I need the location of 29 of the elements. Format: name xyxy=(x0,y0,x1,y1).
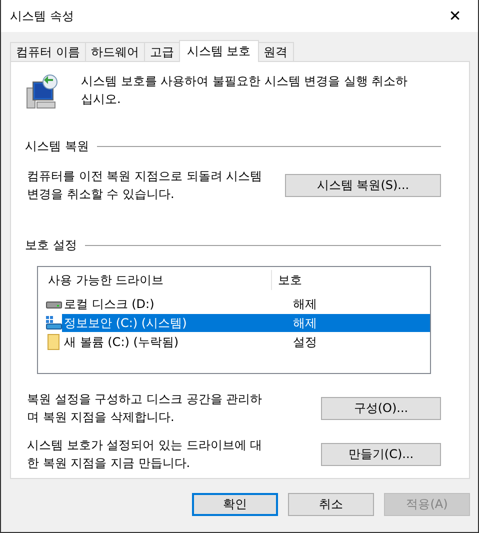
close-button[interactable]: ✕ xyxy=(432,0,478,32)
column-header[interactable]: 사용 가능한 드라이브 xyxy=(38,270,271,290)
window-title: 시스템 속성 xyxy=(10,8,74,24)
drive-name[interactable]: 새 볼륨 (C:) (누락됨) xyxy=(62,332,284,350)
system-restore-button[interactable]: 시스템 복원(S)... xyxy=(285,174,441,196)
tab[interactable]: 하드웨어 xyxy=(84,42,145,61)
protection-status: 해제 xyxy=(284,314,430,332)
computer-icon xyxy=(25,74,59,110)
tab[interactable]: 컴퓨터 이름 xyxy=(10,42,86,61)
action-button[interactable]: 구성(O)... xyxy=(321,396,441,420)
folder-icon xyxy=(46,334,62,350)
system-drive-icon xyxy=(46,316,62,330)
section-heading: 보호 설정 xyxy=(25,237,77,254)
drive-name[interactable]: 로컬 디스크 (D:) xyxy=(62,294,284,312)
section-heading: 시스템 복원 xyxy=(25,138,89,155)
tab[interactable]: 시스템 보호 xyxy=(178,40,259,62)
protection-status: 설정 xyxy=(292,334,318,350)
action-description: 복원 설정을 구성하고 디스크 공간을 관리하며 복원 지점을 삭제합니다. xyxy=(27,391,264,426)
dialog-button[interactable]: 취소 xyxy=(288,493,374,516)
tab[interactable]: 원격 xyxy=(258,42,294,61)
protection-status: 해제 xyxy=(292,296,318,312)
tab[interactable]: 고급 xyxy=(144,42,180,61)
action-description: 시스템 보호가 설정되어 있는 드라이브에 대한 복원 지점을 지금 만듭니다. xyxy=(27,437,264,472)
drive-name[interactable]: 정보보안 (C:) (시스템) xyxy=(62,314,284,332)
restore-description: 컴퓨터를 이전 복원 지점으로 되돌려 시스템 변경을 취소할 수 있습니다. xyxy=(27,168,264,203)
column-header[interactable]: 보호 xyxy=(271,270,430,290)
dialog-button[interactable]: 확인 xyxy=(192,493,278,516)
action-button[interactable]: 만들기(C)... xyxy=(321,442,441,466)
intro-text: 시스템 보호를 사용하여 불필요한 시스템 변경을 실행 취소하십시오. xyxy=(81,73,409,108)
